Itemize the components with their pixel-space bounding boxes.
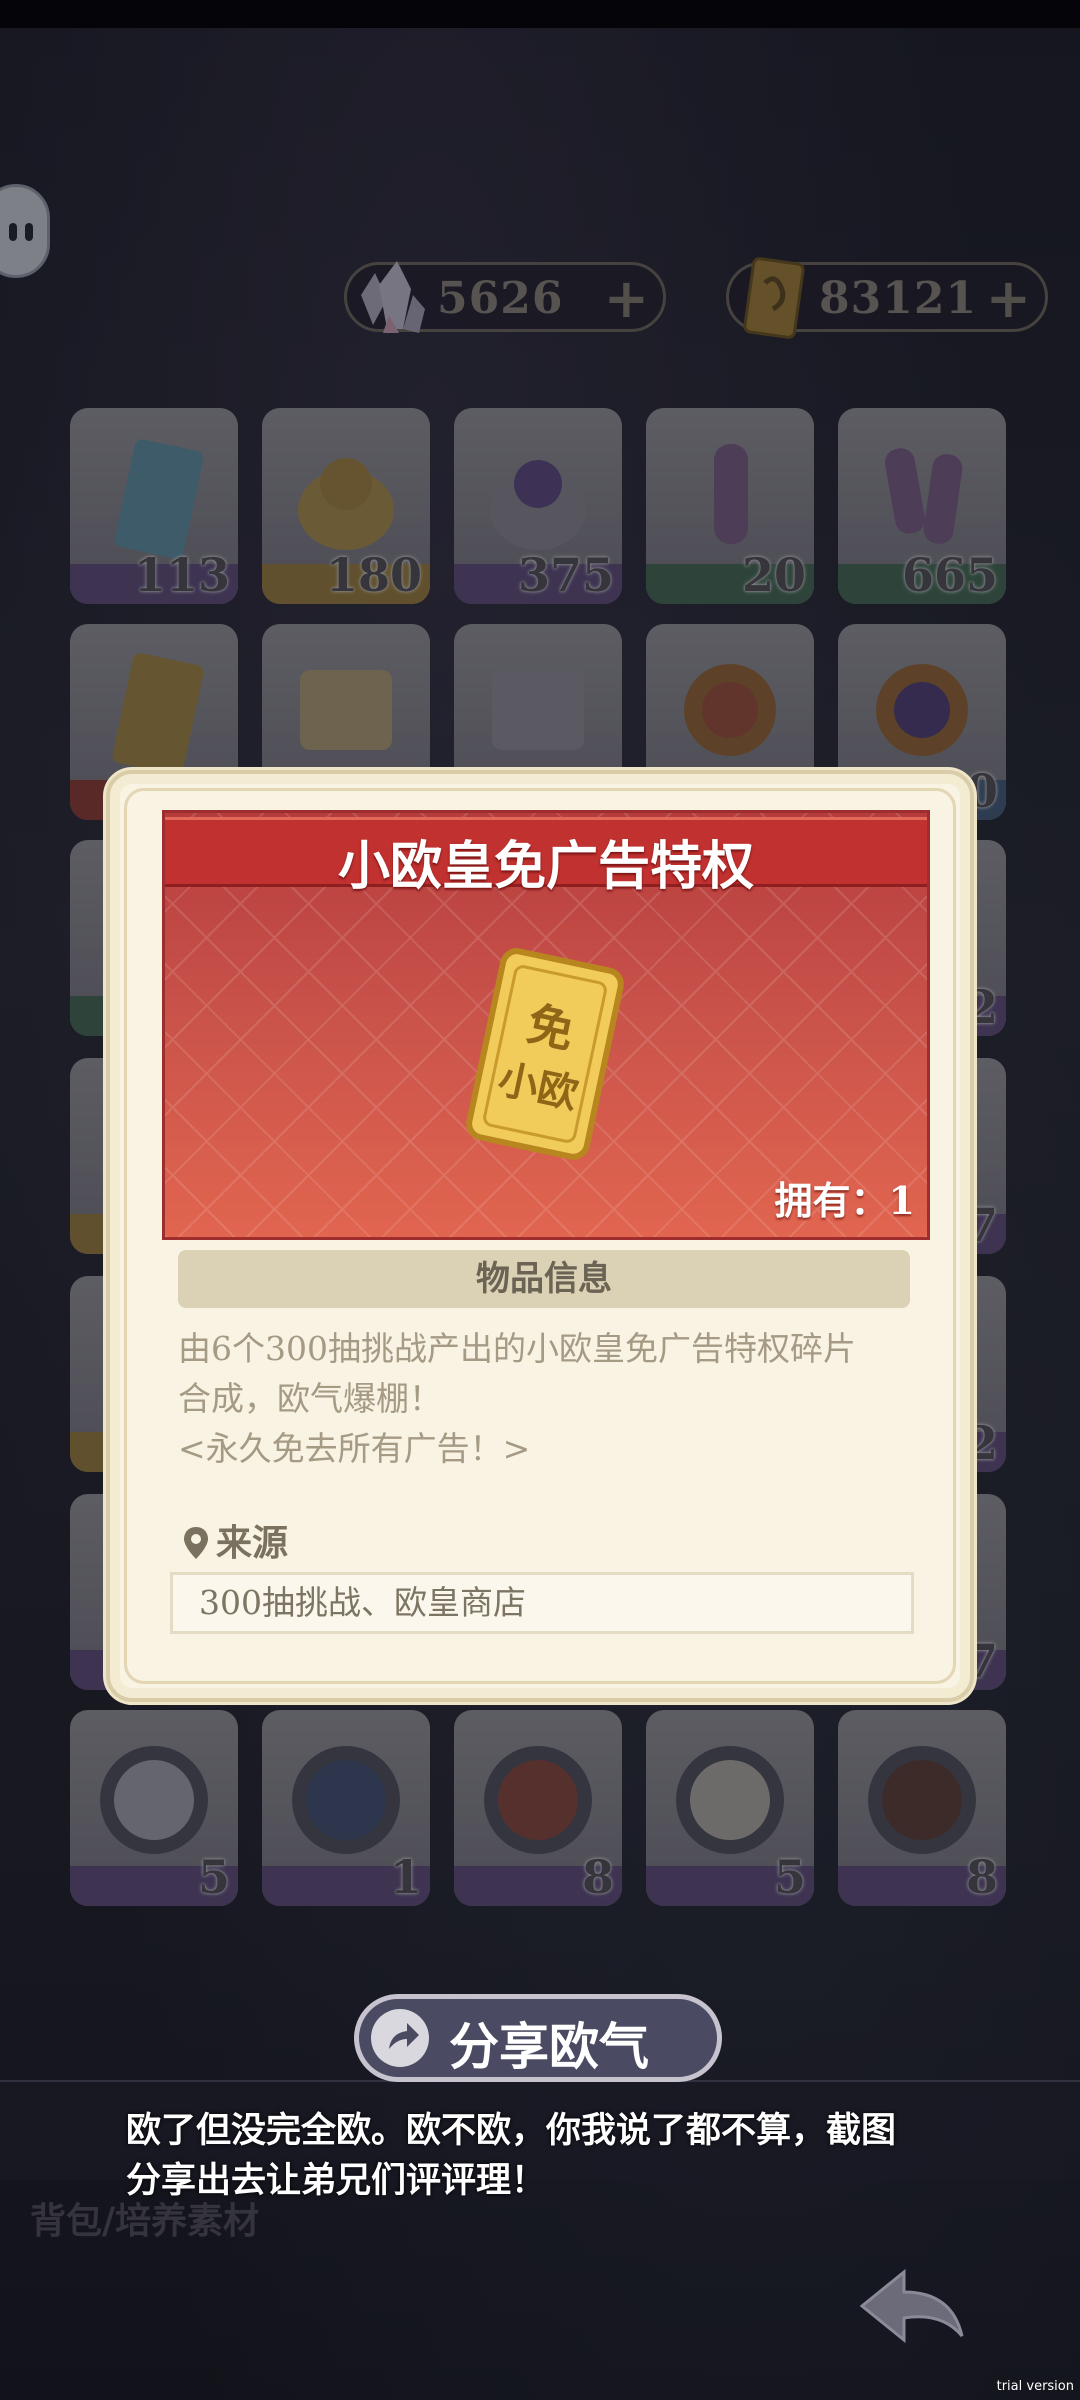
description-line: <永久免去所有广告！>: [178, 1429, 531, 1468]
back-arrow-icon[interactable]: [852, 2262, 972, 2352]
ad-free-ticket-icon: 免 小欧: [466, 948, 624, 1160]
info-heading: 物品信息: [178, 1250, 910, 1308]
owned-count: 拥有：1: [774, 1178, 915, 1223]
item-detail-dialog: 小欧皇免广告特权 免 小欧 拥有：1 物品信息 由6个300抽挑战产出的小欧皇免…: [106, 770, 974, 1702]
source-heading: 来源: [182, 1514, 288, 1566]
watermark-text: trial version: [996, 2379, 1074, 2394]
location-pin-icon: [184, 1527, 208, 1559]
description-line: 由6个300抽挑战产出的小欧皇免广告特权碎片: [178, 1329, 856, 1368]
share-arrow-icon: [371, 2009, 429, 2067]
item-description: 由6个300抽挑战产出的小欧皇免广告特权碎片 合成，欧气爆棚！ <永久免去所有广…: [178, 1324, 918, 1474]
title-ribbon: 小欧皇免广告特权: [165, 817, 927, 897]
description-line: 合成，欧气爆棚！: [178, 1379, 442, 1418]
caption-line: 欧了但没完全欧。欧不欧，你我说了都不算，截图: [126, 2110, 897, 2151]
share-luck-button[interactable]: 分享欧气: [354, 1994, 722, 2082]
source-value: 300抽挑战、欧皇商店: [170, 1572, 914, 1634]
caption-line: 分享出去让弟兄们评评理！: [126, 2160, 547, 2201]
source-label: 来源: [216, 1522, 289, 1564]
share-caption: 欧了但没完全欧。欧不欧，你我说了都不算，截图 分享出去让弟兄们评评理！: [126, 2106, 986, 2206]
item-hero: 小欧皇免广告特权 免 小欧 拥有：1: [162, 810, 930, 1240]
item-title: 小欧皇免广告特权: [337, 836, 754, 897]
share-label: 分享欧气: [449, 2017, 649, 2076]
